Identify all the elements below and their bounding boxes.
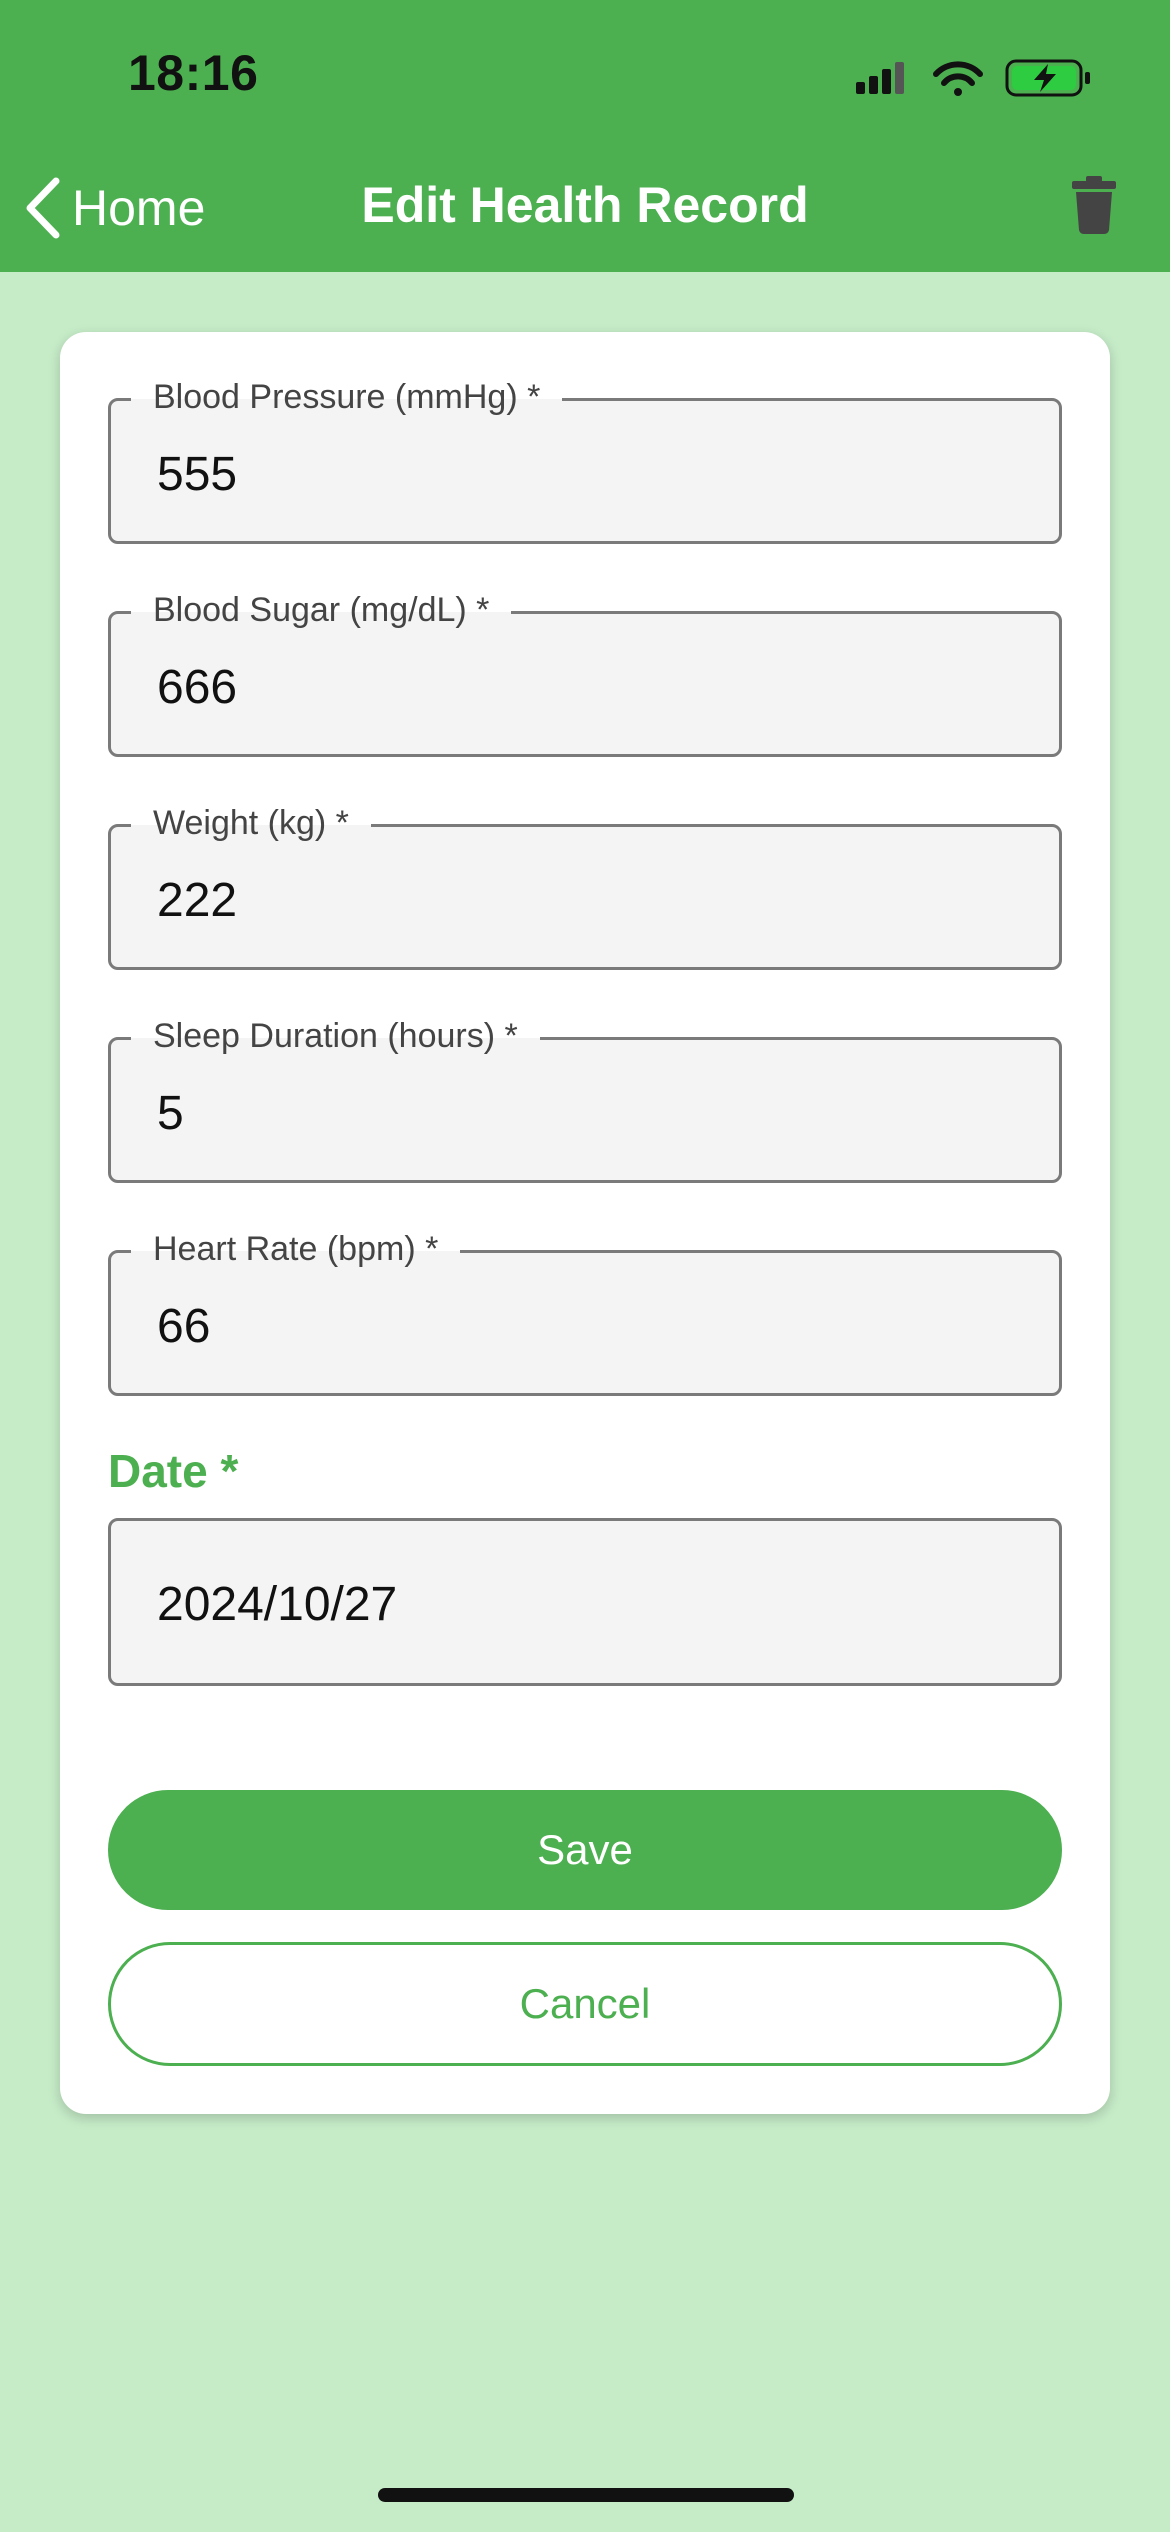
sleep-duration-label: Sleep Duration (hours) *: [131, 1014, 540, 1058]
wifi-icon: [933, 61, 983, 96]
date-label: Date *: [108, 1445, 239, 1497]
blood-sugar-label: Blood Sugar (mg/dL) *: [131, 588, 512, 632]
weight-field[interactable]: Weight (kg) * 222: [108, 801, 1062, 970]
blood-pressure-label: Blood Pressure (mmHg) *: [131, 375, 563, 419]
page-title: Edit Health Record: [361, 177, 809, 233]
blood-sugar-value: 666: [157, 661, 238, 714]
cancel-button[interactable]: Cancel: [108, 1942, 1062, 2066]
blood-pressure-value: 555: [157, 448, 238, 501]
header: 18:16 Home Edit Health Record: [0, 0, 1170, 272]
heart-rate-value: 66: [157, 1300, 211, 1353]
weight-value: 222: [157, 874, 238, 927]
heart-rate-field[interactable]: Heart Rate (bpm) * 66: [108, 1227, 1062, 1396]
save-button[interactable]: Save: [108, 1790, 1062, 1910]
signal-icon: [856, 62, 904, 94]
blood-sugar-field[interactable]: Blood Sugar (mg/dL) * 666: [108, 588, 1062, 757]
sleep-duration-value: 5: [157, 1087, 184, 1140]
trash-icon[interactable]: [1072, 176, 1116, 234]
date-value: 2024/10/27: [157, 1578, 398, 1631]
home-indicator: [378, 2488, 794, 2502]
heart-rate-label: Heart Rate (bpm) *: [131, 1227, 461, 1271]
status-time: 18:16: [128, 45, 259, 101]
blood-pressure-field[interactable]: Blood Pressure (mmHg) * 555: [108, 375, 1062, 544]
sleep-duration-field[interactable]: Sleep Duration (hours) * 5: [108, 1014, 1062, 1183]
date-field[interactable]: 2024/10/27: [108, 1518, 1062, 1686]
status-icons: [856, 59, 1090, 97]
weight-label: Weight (kg) *: [131, 801, 371, 845]
health-record-form: Blood Pressure (mmHg) * 555 Blood Sugar …: [60, 332, 1110, 2114]
battery-charging-icon: [1005, 59, 1090, 97]
